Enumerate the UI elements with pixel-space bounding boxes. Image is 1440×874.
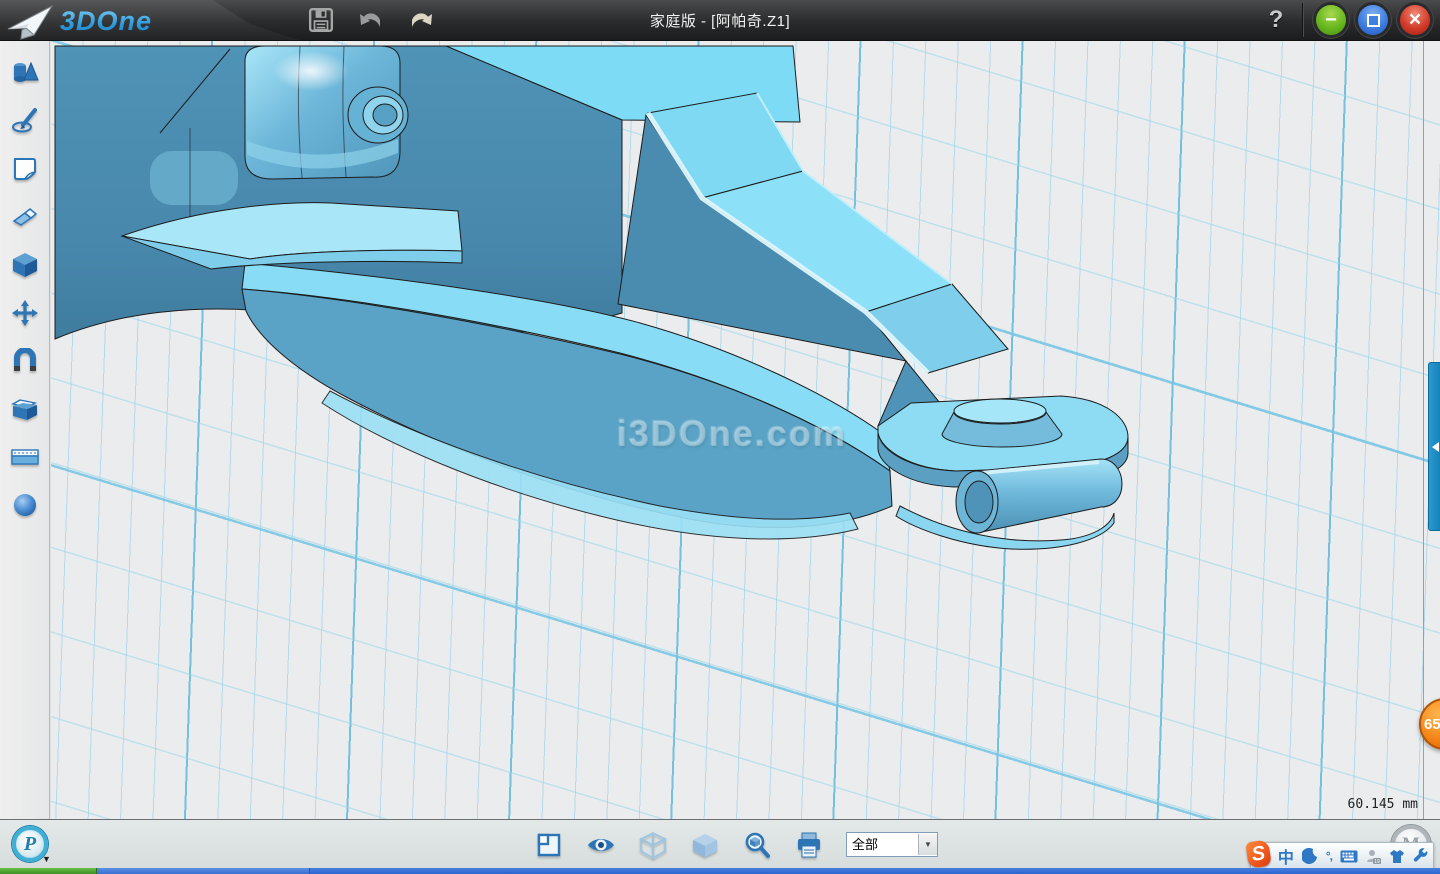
sidebar-item-primitives[interactable]: [7, 59, 43, 86]
visibility-button[interactable]: [586, 830, 616, 860]
profile-icon[interactable]: 19: [1366, 849, 1381, 864]
collapsed-panel-tab[interactable]: [1428, 362, 1440, 531]
keyboard-icon[interactable]: [1340, 850, 1358, 863]
view-toolbar: 全部 ▼: [534, 820, 938, 869]
sidebar-item-move[interactable]: [7, 299, 43, 326]
titlebar: 3DOne: [0, 0, 1440, 41]
primitives-icon: [11, 60, 39, 86]
model-3d-apache[interactable]: [51, 41, 1440, 819]
minimize-icon: −: [1325, 9, 1337, 32]
skin-shirt-icon[interactable]: [1389, 849, 1405, 864]
eraser-icon: [11, 204, 39, 230]
taskbar-app-segment[interactable]: [97, 868, 310, 874]
wireframe-display-button[interactable]: [638, 830, 668, 860]
zoom-button[interactable]: [742, 830, 772, 860]
section-icon: [10, 444, 40, 470]
svg-text:19: 19: [1374, 859, 1380, 864]
chevron-down-icon[interactable]: ▼: [918, 834, 937, 855]
chevron-left-icon: [1432, 442, 1439, 452]
wrench-icon[interactable]: [1413, 848, 1429, 864]
window-controls: ? − ×: [1261, 0, 1430, 40]
help-button[interactable]: ?: [1261, 6, 1291, 34]
wireframe-cube-icon: [639, 831, 667, 859]
sidebar-item-sketch-plane[interactable]: [7, 155, 43, 182]
ime-toolbar: S 中 °, 19: [1250, 842, 1434, 870]
left-toolbar: [0, 41, 50, 819]
status-toolbar: P ▼: [0, 819, 1440, 869]
zoom-lens-icon: [743, 831, 771, 859]
sidebar-item-combine[interactable]: [7, 395, 43, 422]
taskbar-rest-segment[interactable]: [310, 868, 1440, 874]
magnet-snap-icon: [11, 348, 39, 374]
view-plane-button[interactable]: [534, 830, 564, 860]
close-icon: ×: [1409, 8, 1421, 32]
visibility-eye-icon: [586, 834, 616, 856]
combine-icon: [11, 396, 39, 422]
print-icon: [795, 831, 823, 859]
properties-button-label: P: [24, 833, 36, 856]
sidebar-item-section[interactable]: [7, 443, 43, 470]
promo-badge-label: 65: [1424, 716, 1440, 733]
viewport-canvas[interactable]: i3DOne.com 60.145 mm 65: [51, 41, 1440, 819]
move-icon: [11, 300, 39, 326]
sidebar-item-snap[interactable]: [7, 347, 43, 374]
shaded-cube-icon: [691, 832, 719, 858]
sidebar-item-eraser[interactable]: [7, 203, 43, 230]
taskbar-start-segment[interactable]: [0, 868, 97, 874]
selection-filter-combobox[interactable]: 全部 ▼: [846, 832, 938, 857]
sketch-pen-icon: [11, 108, 39, 134]
moon-icon[interactable]: [1302, 848, 1318, 864]
os-taskbar-edge: [0, 868, 1440, 874]
selection-filter-value: 全部: [847, 834, 918, 855]
panel-splitter[interactable]: [1423, 41, 1424, 819]
solid-cube-icon: [11, 252, 39, 278]
restore-button[interactable]: [1358, 5, 1388, 35]
print-button[interactable]: [794, 830, 824, 860]
properties-caret-icon[interactable]: ▼: [42, 854, 51, 864]
close-button[interactable]: ×: [1400, 5, 1430, 35]
material-sphere-icon: [11, 492, 39, 518]
window-title: 家庭版 - [阿帕奇.Z1]: [0, 0, 1440, 40]
minimize-button[interactable]: −: [1316, 5, 1346, 35]
restore-icon: [1367, 14, 1380, 27]
ime-lang-toggle[interactable]: 中: [1278, 844, 1294, 868]
sogou-logo[interactable]: S: [1245, 840, 1271, 869]
sidebar-item-material[interactable]: [7, 491, 43, 518]
view-plane-icon: [536, 832, 562, 858]
application-window: 3DOne: [0, 0, 1440, 874]
punctuation-icon[interactable]: °,: [1326, 849, 1332, 863]
dimension-readout: 60.145 mm: [1348, 797, 1418, 812]
sketch-plane-icon: [11, 156, 39, 182]
sidebar-item-sketch[interactable]: [7, 107, 43, 134]
shaded-display-button[interactable]: [690, 830, 720, 860]
titlebar-separator: [1303, 3, 1304, 37]
sidebar-item-extrude[interactable]: [7, 251, 43, 278]
